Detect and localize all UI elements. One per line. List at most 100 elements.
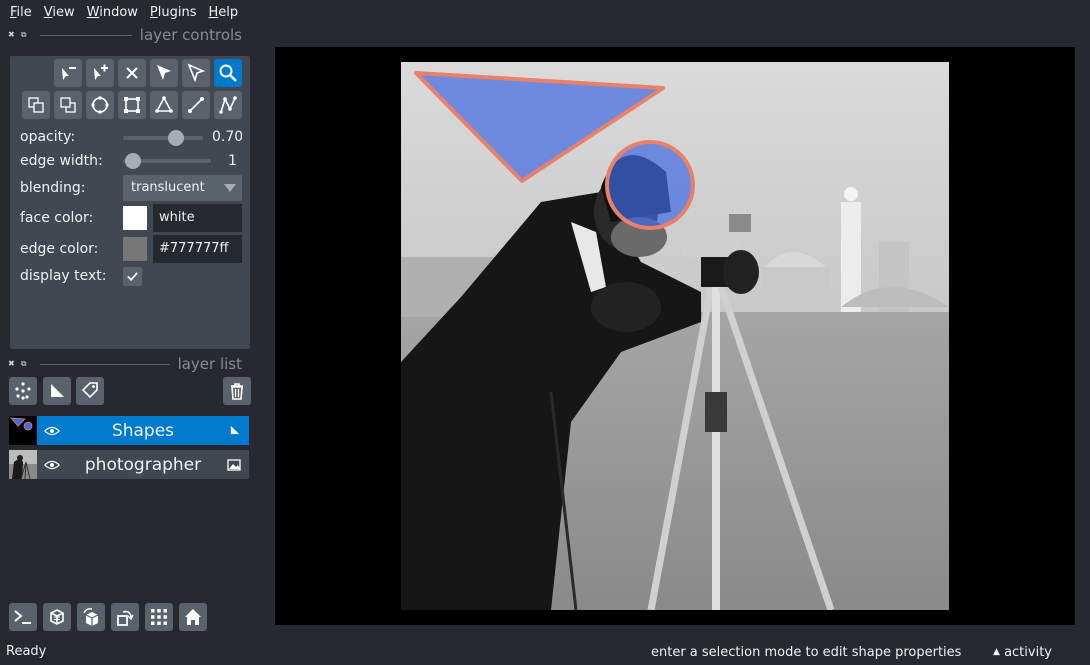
add-vertex-button[interactable]	[86, 59, 114, 87]
dock-float-icon[interactable]: ⧉	[21, 30, 27, 40]
header-divider	[40, 363, 170, 365]
path-icon	[219, 96, 237, 114]
menu-view[interactable]: View	[38, 5, 81, 20]
photographer-layer-thumbnail	[9, 450, 37, 479]
header-divider	[40, 34, 132, 36]
status-ready: Ready	[6, 644, 47, 659]
points-icon	[15, 382, 31, 400]
opacity-slider-handle[interactable]	[168, 130, 184, 146]
caret-up-icon: ▲	[993, 647, 1000, 657]
dock-close-icon[interactable]: ✖	[8, 359, 15, 369]
menu-bar: File View Window Plugins Help	[0, 0, 1090, 24]
face-color-swatch[interactable]	[123, 206, 147, 230]
menu-window[interactable]: Window	[81, 5, 144, 20]
edge-width-label: edge width:	[20, 153, 103, 169]
layer-name[interactable]: Shapes	[67, 421, 219, 441]
ndisplay-toggle-button[interactable]	[43, 603, 71, 631]
eye-icon	[44, 426, 60, 435]
activity-button[interactable]: ▲ activity	[993, 645, 1052, 660]
layer-controls-panel: opacity: 0.70 edge width: 1 blending: tr…	[10, 56, 250, 349]
new-shapes-layer-button[interactable]	[43, 377, 71, 405]
edge-color-label: edge color:	[20, 241, 99, 257]
layer-row-shapes[interactable]: Shapes	[9, 416, 249, 445]
home-icon	[185, 609, 201, 625]
arrow-select-icon	[157, 65, 171, 80]
shapes-thumbnail-image	[10, 417, 33, 431]
dock-float-icon[interactable]: ⧉	[21, 359, 27, 369]
console-button[interactable]	[9, 603, 37, 631]
viewer-canvas[interactable]	[275, 47, 1075, 625]
remove-vertex-icon	[62, 67, 76, 80]
layer-controls-header: ✖ ⧉ layer controls	[8, 26, 242, 44]
display-text-checkbox[interactable]	[123, 267, 142, 286]
add-path-button[interactable]	[214, 91, 242, 119]
activity-label: activity	[1004, 645, 1052, 660]
image-layer-icon	[219, 458, 249, 471]
display-text-label: display text:	[20, 268, 107, 284]
shapes-layer-thumbnail	[9, 416, 37, 445]
new-labels-layer-button[interactable]	[76, 377, 104, 405]
blending-value: translucent	[131, 180, 205, 195]
grid-view-button[interactable]	[145, 603, 173, 631]
dock-close-icon[interactable]: ✖	[8, 30, 15, 40]
visibility-toggle[interactable]	[37, 460, 67, 470]
select-shape-button[interactable]	[150, 59, 178, 87]
face-color-input[interactable]: white	[153, 204, 242, 232]
direct-select-icon	[187, 63, 206, 83]
move-back-icon	[60, 97, 76, 113]
move-front-icon	[28, 97, 44, 113]
direct-select-button[interactable]	[182, 59, 210, 87]
blending-label: blending:	[20, 180, 86, 196]
ellipse-shape[interactable]	[605, 140, 695, 230]
add-vertex-icon	[94, 64, 108, 80]
new-points-layer-button[interactable]	[9, 377, 37, 405]
add-line-button[interactable]	[182, 91, 210, 119]
edge-width-value[interactable]: 1	[228, 153, 242, 169]
roll-cube-icon	[83, 608, 99, 626]
delete-shape-button[interactable]	[118, 59, 146, 87]
transpose-dims-button[interactable]	[111, 603, 139, 631]
zoom-button[interactable]	[214, 59, 242, 87]
line-icon	[188, 97, 204, 113]
cube-3d-icon	[50, 609, 64, 625]
home-button[interactable]	[179, 603, 207, 631]
label-tag-icon	[81, 382, 98, 399]
edge-color-swatch[interactable]	[123, 237, 147, 261]
remove-vertex-button[interactable]	[54, 59, 82, 87]
rectangle-icon	[124, 97, 140, 113]
menu-plugins[interactable]: Plugins	[144, 5, 203, 20]
add-rectangle-button[interactable]	[118, 91, 146, 119]
face-color-label: face color:	[20, 210, 94, 226]
move-back-button[interactable]	[54, 91, 82, 119]
zoom-icon	[219, 64, 237, 82]
delete-layer-button[interactable]	[223, 377, 251, 405]
add-polygon-button[interactable]	[150, 91, 178, 119]
edge-color-input[interactable]: #777777ff	[153, 235, 242, 263]
checkmark-icon	[127, 272, 138, 281]
roll-dims-button[interactable]	[77, 603, 105, 631]
grid-icon	[151, 609, 167, 625]
shapes-overlay	[414, 71, 695, 230]
add-ellipse-button[interactable]	[86, 91, 114, 119]
opacity-slider[interactable]	[123, 136, 203, 140]
move-front-button[interactable]	[22, 91, 50, 119]
polygon-icon	[155, 96, 173, 113]
status-message: enter a selection mode to edit shape pro…	[651, 645, 962, 660]
opacity-label: opacity:	[20, 129, 76, 145]
visibility-toggle[interactable]	[37, 426, 67, 436]
console-icon	[14, 610, 31, 624]
opacity-value[interactable]: 0.70	[212, 129, 242, 145]
eye-icon	[44, 460, 60, 469]
menu-file[interactable]: File	[4, 5, 38, 20]
blending-select[interactable]: translucent	[123, 175, 242, 201]
close-icon	[126, 67, 138, 79]
layer-list-header: ✖ ⧉ layer list	[8, 355, 242, 373]
ellipse-icon	[91, 96, 109, 114]
transpose-icon	[117, 610, 134, 626]
shapes-icon	[51, 384, 64, 397]
layer-controls-title: layer controls	[139, 26, 242, 44]
edge-width-slider-handle[interactable]	[125, 153, 141, 169]
layer-name[interactable]: photographer	[67, 455, 219, 475]
menu-help[interactable]: Help	[203, 5, 245, 20]
layer-row-photographer[interactable]: photographer	[9, 450, 249, 479]
